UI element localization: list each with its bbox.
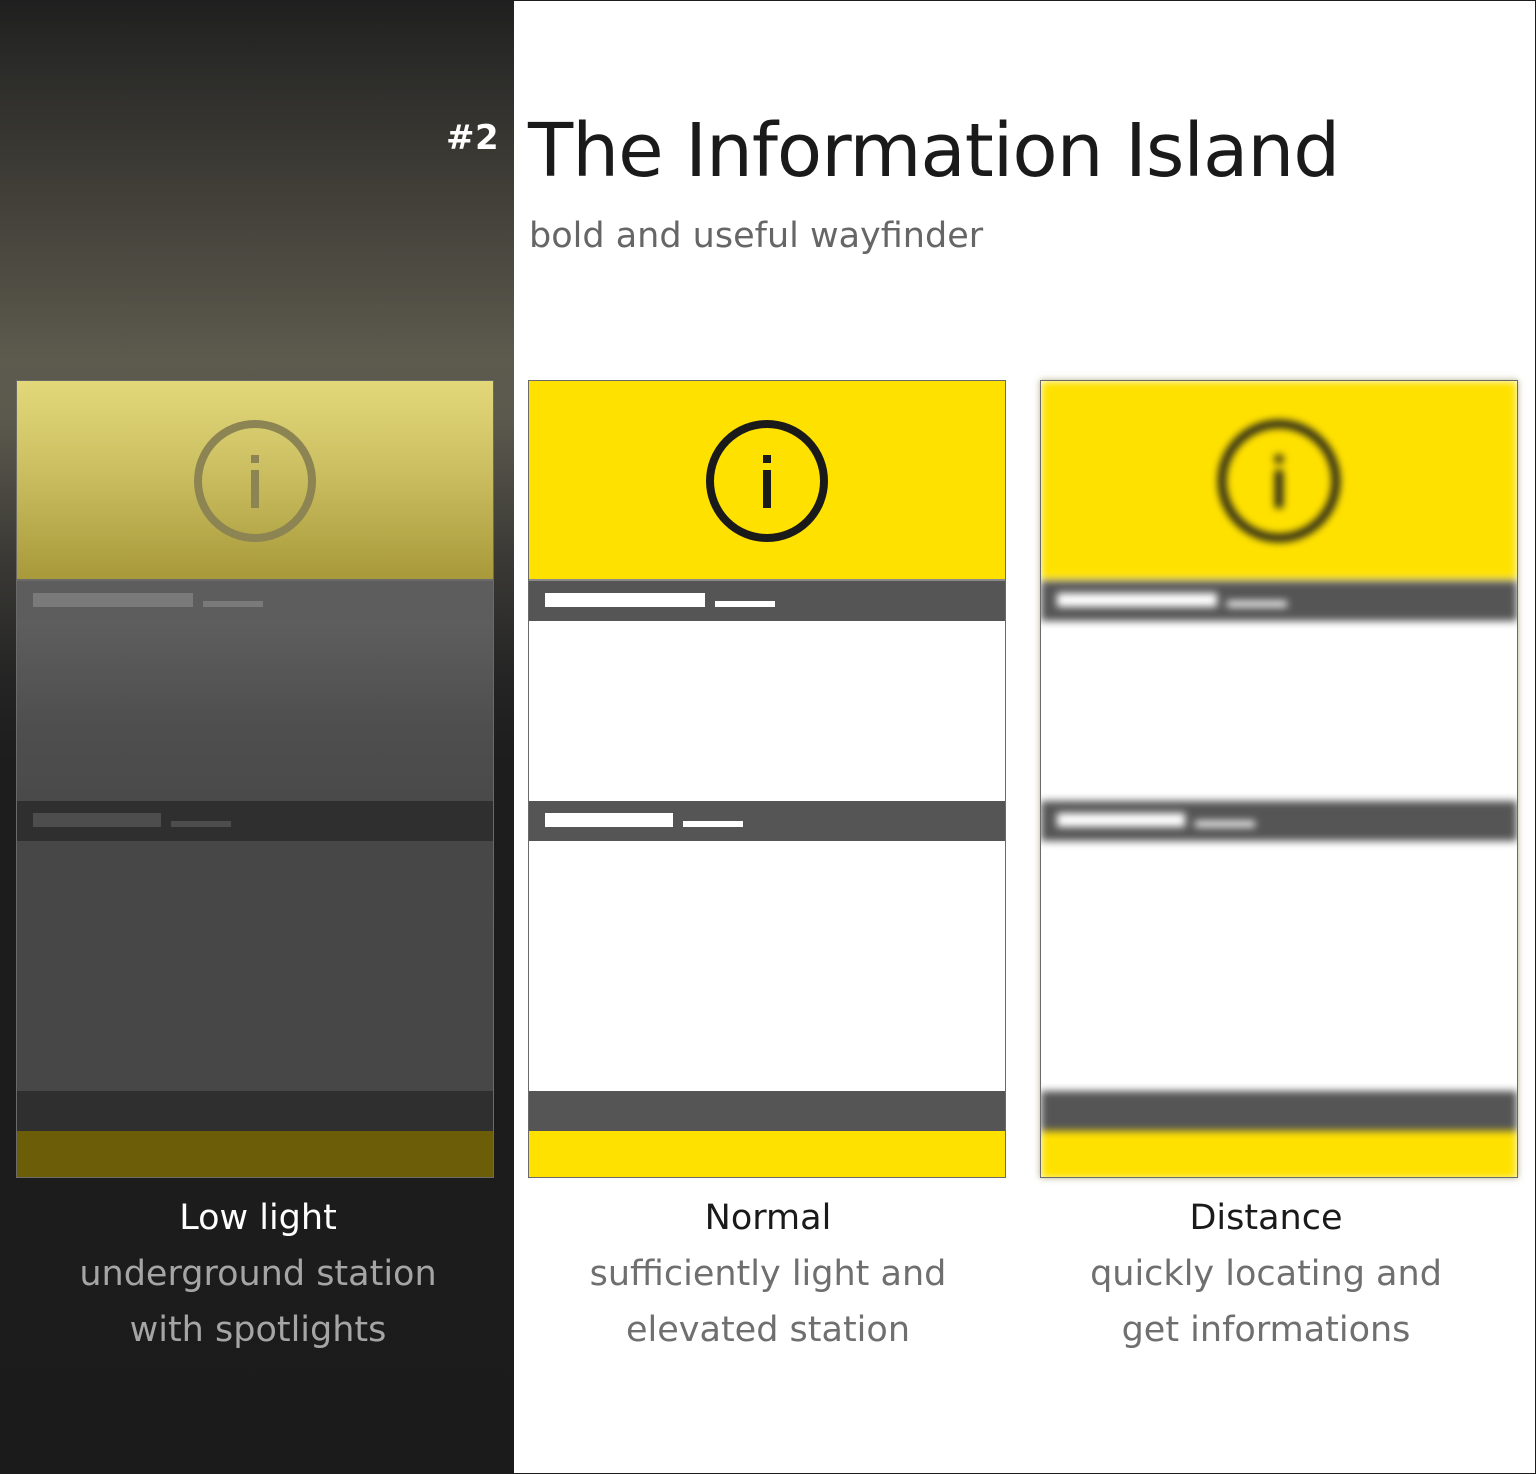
- sign-footer: [17, 1131, 493, 1177]
- sign-bar: [17, 1091, 493, 1131]
- sign-footer: [529, 1131, 1005, 1177]
- sign-panel: [17, 841, 493, 1091]
- caption-title: Distance: [1189, 1198, 1343, 1238]
- placeholder-line-short: [683, 821, 743, 827]
- page-title: The Information Island: [528, 108, 1340, 194]
- sign-bar: [1041, 581, 1517, 621]
- caption-description-line1: sufficiently light and: [589, 1254, 947, 1294]
- sign-bar: [1041, 1091, 1517, 1131]
- sign-bar: [17, 581, 493, 621]
- sign-panel: [17, 621, 493, 801]
- info-circle-icon: [706, 420, 828, 542]
- placeholder-line-short: [171, 821, 231, 827]
- placeholder-line: [545, 593, 705, 607]
- sign-board-normal: [528, 380, 1006, 1178]
- placeholder-line: [33, 593, 193, 607]
- sign-bar: [17, 801, 493, 841]
- info-circle-icon: [1218, 420, 1340, 542]
- blurred-content: [1041, 381, 1517, 1177]
- placeholder-line: [545, 813, 673, 827]
- sign-board-low-light: [16, 380, 494, 1178]
- info-circle-icon: [194, 420, 316, 542]
- section-number: #2: [446, 118, 500, 158]
- caption-description-line2: get informations: [1121, 1310, 1411, 1350]
- caption-description-line1: quickly locating and: [1090, 1254, 1442, 1294]
- sign-panel: [529, 621, 1005, 801]
- sign-bar: [529, 801, 1005, 841]
- sign-board-distance: [1040, 380, 1518, 1178]
- placeholder-line: [33, 813, 161, 827]
- caption-normal: Normal sufficiently light and elevated s…: [518, 1190, 1018, 1358]
- placeholder-line-short: [1195, 821, 1255, 827]
- sign-bar: [1041, 801, 1517, 841]
- sign-header: [1041, 381, 1517, 579]
- caption-title: Normal: [704, 1198, 832, 1238]
- caption-description-line2: elevated station: [626, 1310, 910, 1350]
- caption-title: Low light: [179, 1198, 337, 1238]
- caption-description-line1: underground station: [79, 1254, 437, 1294]
- sign-panel: [1041, 841, 1517, 1091]
- sign-header: [529, 381, 1005, 579]
- sign-bar: [529, 1091, 1005, 1131]
- sign-header: [17, 381, 493, 579]
- sign-bar: [529, 581, 1005, 621]
- caption-low-light: Low light underground station with spotl…: [8, 1190, 508, 1358]
- placeholder-line-short: [203, 601, 263, 607]
- placeholder-line-short: [715, 601, 775, 607]
- placeholder-line: [1057, 813, 1185, 827]
- placeholder-line-short: [1227, 601, 1287, 607]
- caption-description-line2: with spotlights: [129, 1310, 387, 1350]
- sign-footer: [1041, 1131, 1517, 1177]
- caption-distance: Distance quickly locating and get inform…: [1016, 1190, 1516, 1358]
- sign-panel: [529, 841, 1005, 1091]
- sign-panel: [1041, 621, 1517, 801]
- placeholder-line: [1057, 593, 1217, 607]
- page-subtitle: bold and useful wayfinder: [529, 216, 984, 256]
